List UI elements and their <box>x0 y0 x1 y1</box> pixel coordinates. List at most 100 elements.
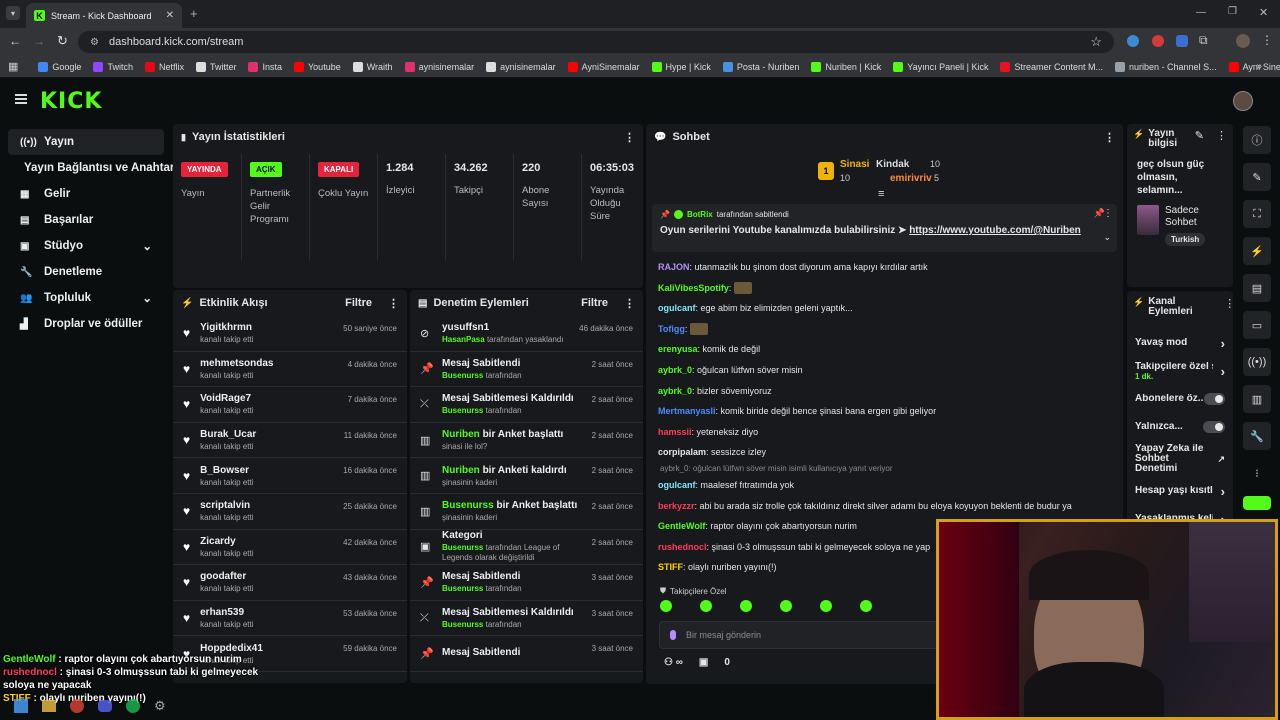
forward-icon[interactable]: → <box>33 34 45 48</box>
profile-avatar-icon[interactable] <box>1236 34 1250 48</box>
extension-icon[interactable] <box>1152 35 1164 47</box>
leaderboard-name[interactable]: Sinasi <box>840 159 869 170</box>
chat-username[interactable]: corpipalam <box>658 447 706 457</box>
more-options-icon[interactable]: ⋮ <box>624 297 635 310</box>
chat-username[interactable]: aybrk_0 <box>658 386 692 396</box>
windows-start-icon[interactable] <box>14 699 28 713</box>
bookmark-item[interactable]: Google <box>32 61 87 72</box>
moderator-name[interactable]: Busenurss <box>442 620 483 629</box>
chevron-down-icon[interactable]: ⌄ <box>142 239 152 253</box>
leaderboard-name[interactable]: Kindak <box>876 159 909 170</box>
bookmark-item[interactable]: Hype | Kick <box>646 61 717 72</box>
collapse-chevron-icon[interactable]: ⌄ <box>1103 232 1111 243</box>
quick-emote-icon[interactable] <box>780 600 792 612</box>
chat-username[interactable]: rushednocl <box>658 542 707 552</box>
expand-leaderboard-icon[interactable]: ≡ <box>878 188 884 200</box>
bookmark-item[interactable]: Streamer Content M... <box>994 61 1109 72</box>
hamburger-menu-icon[interactable] <box>15 94 27 104</box>
folder-icon[interactable] <box>42 700 56 712</box>
maximize-icon[interactable]: ❐ <box>1228 6 1237 17</box>
quick-emote-icon[interactable] <box>700 600 712 612</box>
moderator-name[interactable]: Busenurss <box>442 584 483 593</box>
leaderboard-name[interactable]: emirivriv <box>890 173 932 184</box>
chat-username[interactable]: Tofigg <box>658 324 685 334</box>
more-options-icon[interactable]: ⋮ <box>624 131 635 144</box>
quick-emote-icon[interactable] <box>860 600 872 612</box>
sidebar-item-0[interactable]: ((•)) Yayın <box>8 129 164 155</box>
close-tab-icon[interactable]: ✕ <box>166 10 174 21</box>
bookmark-item[interactable]: Twitch <box>87 61 139 72</box>
activity-username[interactable]: Hoppdedix41 <box>200 643 333 654</box>
info-icon[interactable]: ⓘ <box>1243 126 1271 154</box>
chat-username[interactable]: GentleWolf <box>658 521 705 531</box>
chat-username[interactable]: RAJON <box>658 262 690 272</box>
moderator-name[interactable]: Busenurss <box>442 500 494 511</box>
chat-username[interactable]: Mertmanyasli <box>658 406 716 416</box>
sidebar-item-4[interactable]: ▣ Stüdyo ⌄ <box>8 233 164 259</box>
sidebar-item-5[interactable]: 🔧 Denetleme <box>8 259 164 285</box>
channel-action-item[interactable]: Hesap yaşı kısıtla › <box>1127 477 1233 505</box>
back-icon[interactable]: ← <box>9 34 21 48</box>
bookmark-item[interactable]: Insta <box>242 61 288 72</box>
tab-search-button[interactable]: ▾ <box>6 6 20 20</box>
browser-menu-icon[interactable]: ⋮ <box>1261 33 1273 47</box>
wrench-icon[interactable]: 🔧 <box>1243 422 1271 450</box>
shield-extension-icon[interactable] <box>1176 35 1188 47</box>
chevron-down-icon[interactable]: ⌄ <box>142 291 152 305</box>
bookmark-item[interactable]: Netflix <box>139 61 190 72</box>
sidebar-item-7[interactable]: ▟ Droplar ve ödüller <box>8 311 164 337</box>
bookmark-item[interactable]: Posta - Nuriben <box>717 61 806 72</box>
microphone-icon[interactable] <box>670 630 676 640</box>
fullscreen-icon[interactable]: ⛶ <box>1243 200 1271 228</box>
chat-username[interactable]: STIFF <box>658 562 683 572</box>
activity-username[interactable]: erhan539 <box>200 607 333 618</box>
bookmark-item[interactable]: aynisinemalar <box>480 61 562 72</box>
activity-username[interactable]: Burak_Ucar <box>200 429 334 440</box>
chat-bubble-icon[interactable]: ▭ <box>1243 311 1271 339</box>
lightning-icon[interactable]: ⚡ <box>1243 237 1271 265</box>
chrome-icon[interactable] <box>70 699 84 713</box>
add-button[interactable] <box>1243 496 1271 510</box>
chat-username[interactable]: KaliVibesSpotify <box>658 283 729 293</box>
chat-username[interactable]: erenyusa <box>658 344 698 354</box>
bookmark-item[interactable]: Twitter <box>190 61 243 72</box>
reload-icon[interactable]: ↻ <box>57 33 68 49</box>
channel-action-item[interactable]: Takipçilere özel s1 dk. › <box>1127 357 1233 385</box>
filter-button[interactable]: Filtre <box>581 297 608 309</box>
server-icon[interactable]: ▥ <box>1243 385 1271 413</box>
broadcast-icon[interactable]: ((•)) <box>1243 348 1271 376</box>
moderator-name[interactable]: Nuriben <box>442 465 480 476</box>
filter-button[interactable]: Filtre <box>345 297 372 309</box>
chat-username[interactable]: hamssii <box>658 427 692 437</box>
activity-username[interactable]: VoidRage7 <box>200 393 338 404</box>
chat-input[interactable]: Bir mesaj gönderin <box>659 621 959 649</box>
activity-username[interactable]: scriptalvin <box>200 500 333 511</box>
moderator-name[interactable]: HasanPasa <box>442 335 485 344</box>
moderator-name[interactable]: Busenurss <box>442 543 483 552</box>
more-options-icon[interactable]: ⋮ <box>388 297 399 310</box>
bookmark-item[interactable]: AyniSinemalar <box>562 61 646 72</box>
sidebar-item-2[interactable]: ▦ Gelir <box>8 181 164 207</box>
quick-emote-icon[interactable] <box>740 600 752 612</box>
more-horizontal-icon[interactable]: ⁝ <box>1243 459 1271 487</box>
extension-icon[interactable] <box>1127 35 1139 47</box>
more-options-icon[interactable]: ⋮ <box>1224 297 1233 310</box>
spotify-icon[interactable] <box>126 699 140 713</box>
toggle-switch[interactable] <box>1203 421 1225 433</box>
activity-username[interactable]: B_Bowser <box>200 465 333 476</box>
chat-username[interactable]: aybrk_0 <box>658 365 692 375</box>
edit-pencil-icon[interactable]: ✎ <box>1195 129 1204 142</box>
discord-icon[interactable] <box>98 700 112 712</box>
gift-icon[interactable]: ▣ <box>699 657 708 668</box>
minimize-icon[interactable]: — <box>1196 7 1206 18</box>
site-info-icon[interactable]: ⚙ <box>90 37 99 48</box>
category-name[interactable]: Sadece Sohbet <box>1165 205 1205 229</box>
extensions-puzzle-icon[interactable]: ⧉ <box>1199 33 1208 48</box>
channel-points-icon[interactable]: ⚇ ∞ <box>664 657 683 668</box>
language-tag[interactable]: Turkish <box>1165 233 1206 246</box>
document-icon[interactable]: ▤ <box>1243 274 1271 302</box>
bookmark-item[interactable]: Wraith <box>347 61 399 72</box>
quick-emote-icon[interactable] <box>660 600 672 612</box>
quick-emote-icon[interactable] <box>820 600 832 612</box>
chat-username[interactable]: berkyzzr <box>658 501 695 511</box>
